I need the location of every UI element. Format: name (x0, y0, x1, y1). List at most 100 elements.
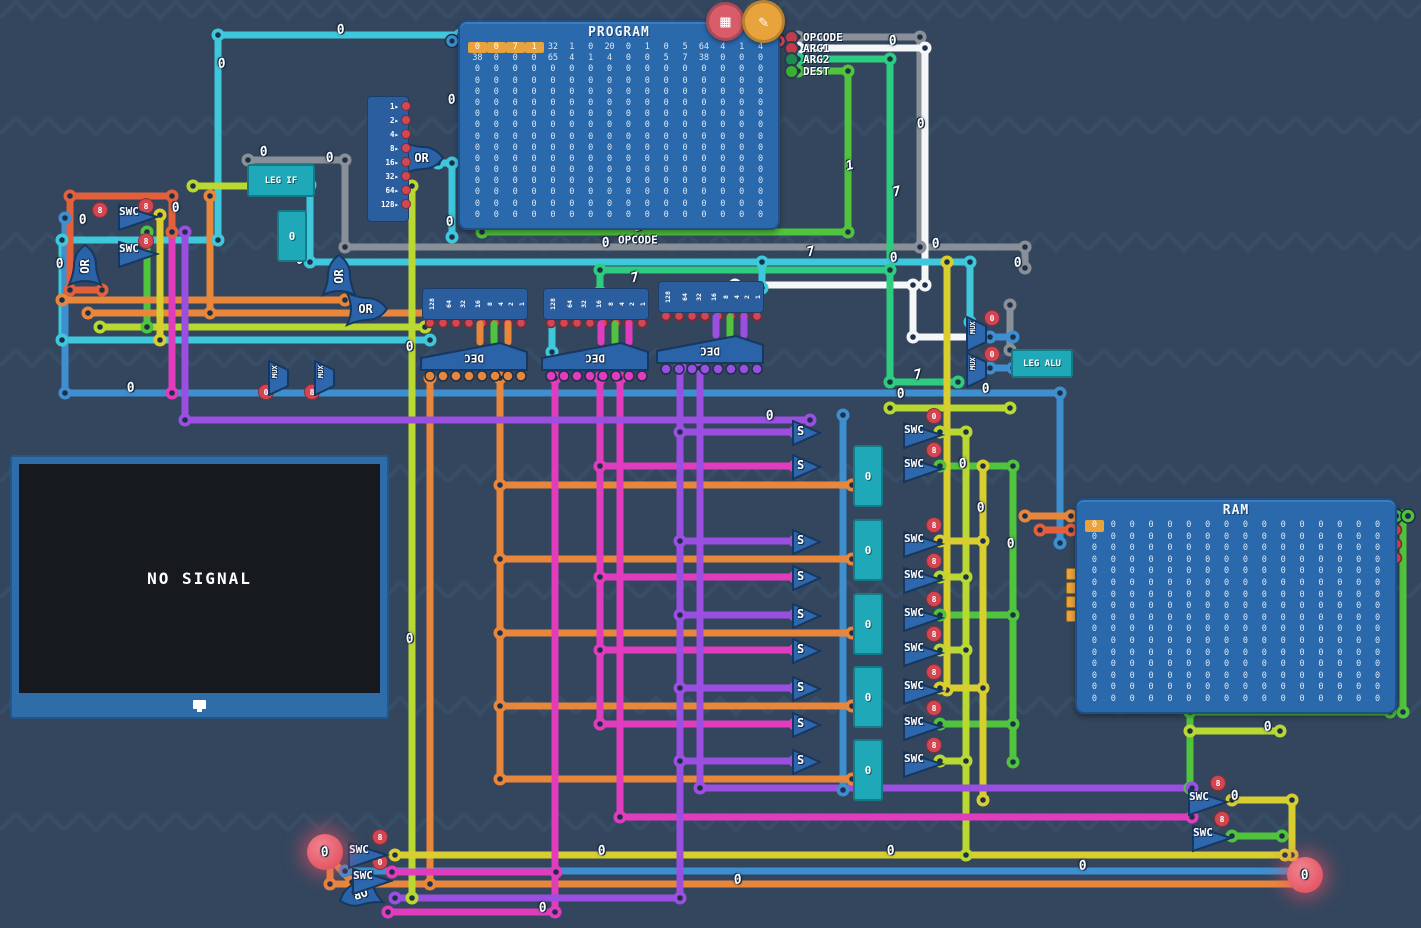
memory-cell: 0 (638, 154, 657, 165)
swc-switch[interactable]: SWC (903, 529, 945, 559)
splitter-pin[interactable] (401, 101, 411, 111)
memory-cell: 0 (1368, 624, 1387, 636)
wire-value-label: 0 (930, 236, 941, 252)
swc-switch[interactable]: SWC (903, 420, 945, 450)
mux-gate[interactable]: MUX (966, 316, 988, 352)
edit-button[interactable]: ✎ (742, 0, 785, 43)
memory-cell: 0 (1085, 520, 1104, 532)
memory-cell: 0 (1142, 578, 1161, 590)
swc-switch[interactable]: SWC (903, 712, 945, 742)
memory-view-button[interactable]: ▦ (706, 2, 745, 41)
s-gate[interactable]: S (792, 749, 822, 775)
register-box[interactable]: 0 (853, 739, 883, 801)
swc-switch[interactable]: SWC (352, 866, 394, 896)
monitor-screen: NO SIGNAL (19, 464, 380, 693)
splitter-pin[interactable] (401, 157, 411, 167)
s-gate[interactable]: S (792, 454, 822, 480)
swc-switch[interactable]: SWC (903, 565, 945, 595)
memory-cell: 1 (638, 42, 657, 53)
memory-cell: 0 (581, 64, 600, 75)
s-gate[interactable]: S (792, 603, 822, 629)
memory-cell: 0 (1349, 543, 1368, 555)
io-pin[interactable] (784, 64, 799, 79)
memory-cell: 0 (676, 76, 695, 87)
component-leg-if[interactable]: LEG IF (247, 164, 315, 197)
register-box[interactable]: 0 (853, 445, 883, 507)
memory-cell: 0 (732, 199, 751, 210)
s-gate[interactable]: S (792, 529, 822, 555)
mux-gate[interactable]: MUX (966, 352, 988, 388)
or-gate[interactable]: OR (67, 242, 103, 288)
memory-cell: 0 (562, 76, 581, 87)
splitter-pin[interactable] (401, 185, 411, 195)
component-0[interactable]: 0 (277, 210, 307, 262)
swc-switch[interactable]: SWC (903, 454, 945, 484)
memory-cell: 0 (1085, 613, 1104, 625)
memory-cell: 0 (713, 143, 732, 154)
memory-cell: 0 (1104, 659, 1123, 671)
circuit-canvas[interactable]: 0000000000000000000000000000000001177778… (0, 0, 1421, 928)
memory-cell: 0 (1330, 532, 1349, 544)
memory-cell: 0 (732, 109, 751, 120)
swc-switch[interactable]: SWC (903, 749, 945, 779)
swc-switch[interactable]: SWC (903, 603, 945, 633)
s-gate[interactable]: S (792, 638, 822, 664)
swc-switch[interactable]: SWC (118, 202, 160, 232)
memory-cell: 0 (487, 87, 506, 98)
splitter-bit-row: 8▸ (368, 141, 408, 155)
register-box[interactable]: 0 (853, 593, 883, 655)
memory-cell: 0 (1123, 682, 1142, 694)
memory-cell: 5 (676, 42, 695, 53)
dec-bit-header[interactable]: 1286432168421 (422, 288, 528, 320)
mux-gate[interactable]: MUX (268, 360, 290, 396)
s-gate[interactable]: S (792, 420, 822, 446)
monitor-display[interactable]: NO SIGNAL (10, 455, 389, 719)
memory-cell: 0 (525, 76, 544, 87)
splitter-pin[interactable] (401, 129, 411, 139)
register-box[interactable]: 0 (853, 666, 883, 728)
program-memory-panel[interactable]: PROGRAM 00713210200105644143800065414005… (458, 20, 780, 230)
memory-cell: 0 (1349, 659, 1368, 671)
ram-panel[interactable]: RAM 000000000000000000000000000000000000… (1075, 498, 1397, 714)
splitter-pin[interactable] (401, 143, 411, 153)
memory-cell: 0 (619, 76, 638, 87)
output-knob[interactable]: 0 (1287, 857, 1323, 893)
memory-cell: 0 (676, 64, 695, 75)
memory-cell: 0 (1293, 520, 1312, 532)
memory-cell: 0 (657, 87, 676, 98)
splitter-pin[interactable] (401, 171, 411, 181)
swc-switch[interactable]: SWC (118, 239, 160, 269)
s-gate[interactable]: S (792, 676, 822, 702)
or-gate[interactable]: OR (344, 291, 390, 327)
register-box[interactable]: 0 (853, 519, 883, 581)
swc-switch[interactable]: SWC (1192, 823, 1234, 853)
s-gate[interactable]: S (792, 712, 822, 738)
component-leg-alu[interactable]: LEG ALU (1011, 349, 1073, 378)
memory-cell: 0 (619, 120, 638, 131)
swc-switch[interactable]: SWC (1188, 787, 1230, 817)
splitter-pin[interactable] (401, 199, 411, 209)
memory-cell: 0 (657, 154, 676, 165)
s-gate[interactable]: S (792, 565, 822, 591)
memory-cell: 0 (1368, 532, 1387, 544)
swc-switch[interactable]: SWC (903, 638, 945, 668)
splitter-bit-label: 1▸ (390, 102, 399, 111)
memory-cell: 0 (506, 154, 525, 165)
output-knob[interactable]: 0 (307, 834, 343, 870)
dec-decoder[interactable]: DEC (656, 334, 764, 364)
memory-cell: 0 (657, 76, 676, 87)
dec-bit-header[interactable]: 1286432168421 (543, 288, 649, 320)
mux-gate[interactable]: MUX (314, 360, 336, 396)
splitter-pin[interactable] (401, 115, 411, 125)
io-port-dest[interactable]: DEST (784, 64, 830, 79)
dec-decoder[interactable]: DEC (541, 341, 649, 371)
dec-bit-header[interactable]: 1286432168421 (658, 281, 764, 313)
dec-decoder[interactable]: DEC (420, 341, 528, 371)
swc-switch[interactable]: SWC (903, 676, 945, 706)
memory-cell: 0 (544, 132, 563, 143)
io-port-label: DEST (803, 65, 830, 78)
memory-cell: 0 (506, 64, 525, 75)
dec-bit-label: 8 (607, 302, 615, 306)
byte-splitter[interactable]: 1▸2▸4▸8▸16▸32▸64▸128▸ (367, 96, 409, 222)
ram-title: RAM (1077, 500, 1395, 518)
